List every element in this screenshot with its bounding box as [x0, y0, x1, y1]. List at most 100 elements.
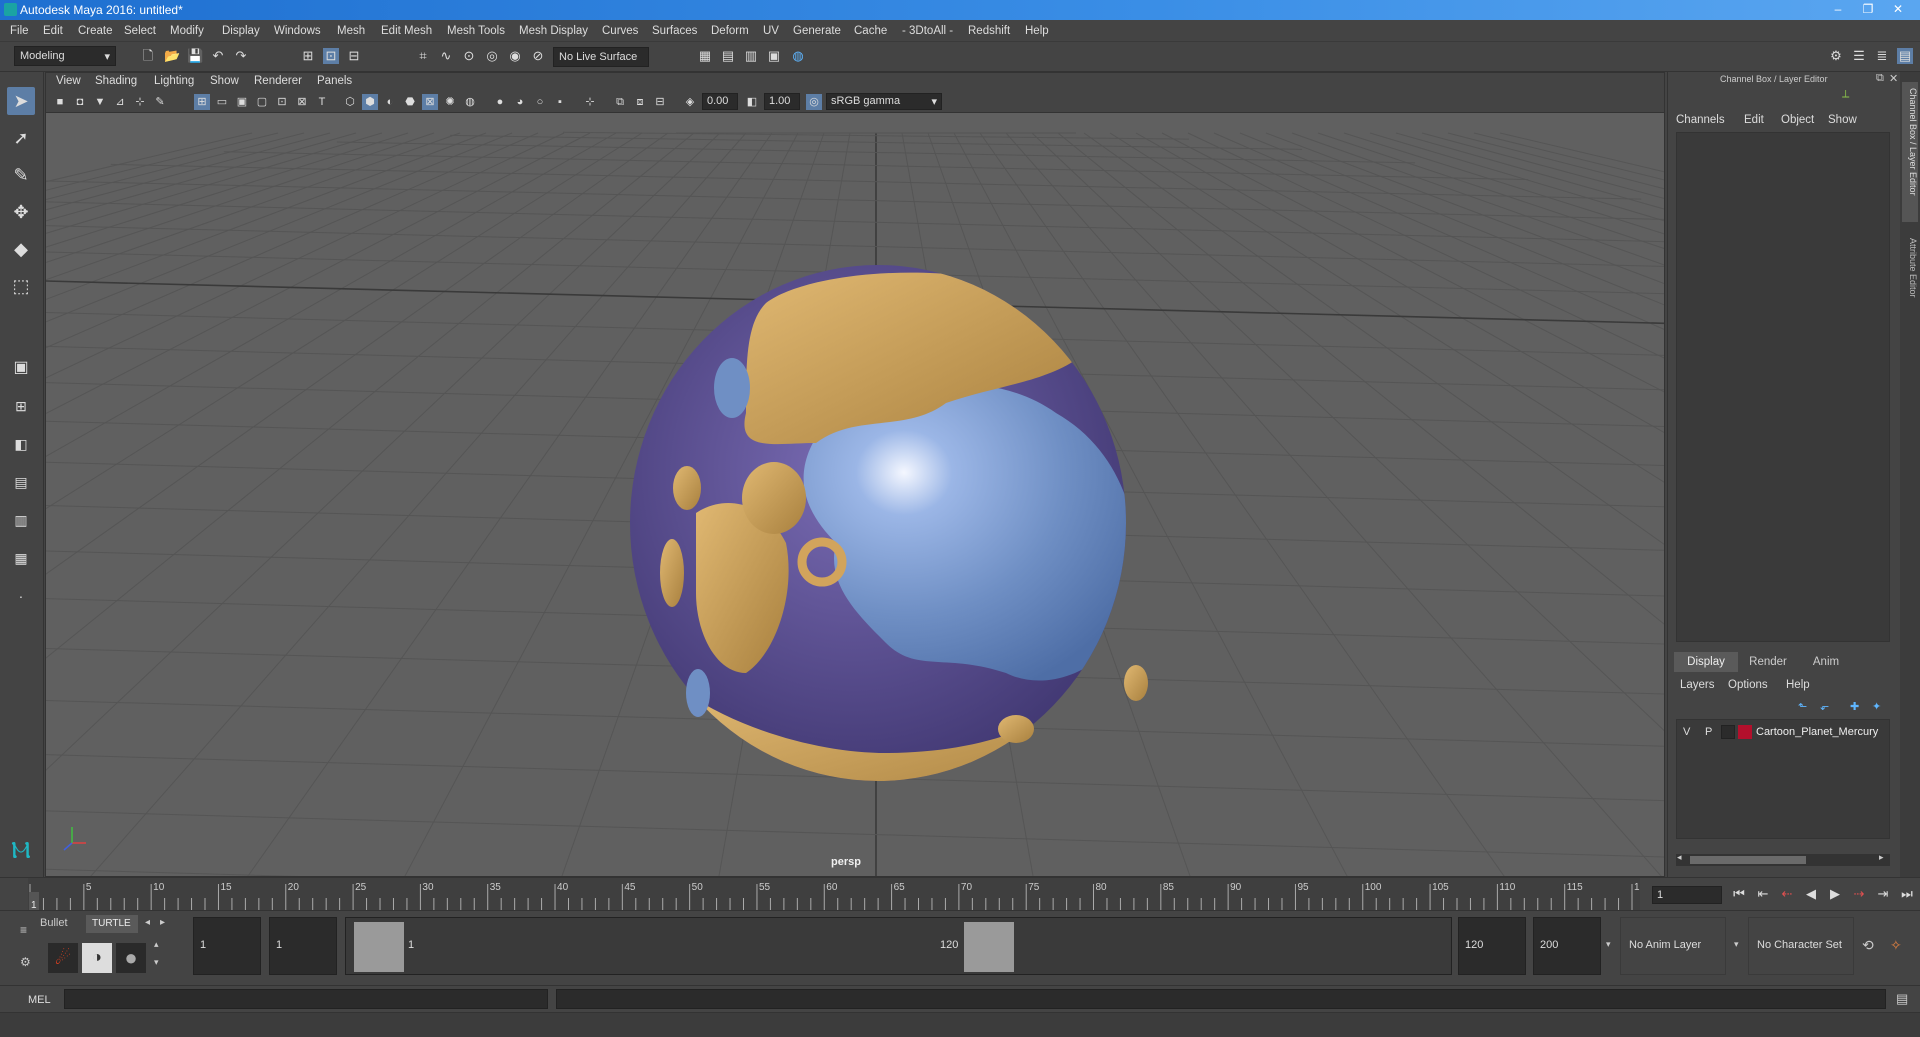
close-button[interactable]: ✕ [1884, 0, 1912, 18]
menu-mesh[interactable]: Mesh [337, 25, 365, 37]
step-back-key-icon[interactable]: ⇤ [1754, 886, 1772, 902]
wireframe-on-shaded-icon[interactable]: ⬣ [402, 94, 418, 110]
float-panel-icon[interactable]: ⧉ [1876, 72, 1884, 85]
snap-grid-icon[interactable]: ⌗ [415, 48, 431, 64]
grease-pencil-icon[interactable]: ✎ [152, 94, 168, 110]
script-editor-icon[interactable]: ▤ [1896, 991, 1908, 1007]
x-ray-active-icon[interactable]: ⧈ [632, 94, 648, 110]
minimize-button[interactable]: – [1824, 0, 1852, 18]
toggle-attribute-editor-icon[interactable]: ☰ [1851, 48, 1867, 64]
persp-outliner-layout-icon[interactable]: ◧ [7, 430, 35, 458]
channel-menu-channels[interactable]: Channels [1676, 114, 1725, 126]
time-slider-track[interactable]: 5 10 15 20 25 30 35 40 45 50 55 60 65 70 75 80 85 90 95 100… [28, 878, 1651, 911]
toggle-tool-settings-icon[interactable]: ≣ [1874, 48, 1890, 64]
menu-edit[interactable]: Edit [43, 25, 63, 37]
new-layer-selected-icon[interactable]: ✦ [1872, 700, 1881, 713]
new-scene-icon[interactable]: 🗋 [140, 48, 156, 64]
toggle-channel-box-icon[interactable]: ▤ [1897, 48, 1913, 64]
show-object-icon[interactable]: ⟂ [1842, 88, 1849, 101]
render-settings-icon[interactable]: ▦ [697, 48, 713, 64]
menu-file[interactable]: File [10, 25, 29, 37]
field-chart-icon[interactable]: ⊡ [274, 94, 290, 110]
toggle-modeling-toolkit-icon[interactable]: ⚙ [1828, 48, 1844, 64]
close-panel-icon[interactable]: ✕ [1889, 72, 1898, 85]
channel-box-area[interactable] [1676, 132, 1890, 642]
two-d-pan-zoom-icon[interactable]: ⊹ [132, 94, 148, 110]
range-start-handle[interactable] [354, 922, 404, 972]
menu-surfaces[interactable]: Surfaces [652, 25, 697, 37]
playback-end-field[interactable]: 120 [1458, 917, 1526, 975]
open-scene-icon[interactable]: 📂 [164, 48, 180, 64]
snap-surface-icon[interactable]: ◉ [507, 48, 523, 64]
view-transform-dropdown[interactable]: sRGB gamma ▾ [826, 93, 942, 110]
anim-layer-field[interactable]: No Anim Layer [1620, 917, 1726, 975]
menu-select[interactable]: Select [124, 25, 156, 37]
render-frame-icon[interactable]: ▤ [720, 48, 736, 64]
menu-deform[interactable]: Deform [711, 25, 749, 37]
time-slider[interactable]: 5 10 15 20 25 30 35 40 45 50 55 60 65 70 75 80 85 90 95 100… [0, 877, 1920, 911]
go-to-end-icon[interactable]: ⏭ [1898, 886, 1916, 902]
script-language-button[interactable]: MEL [28, 994, 51, 1006]
hypershade-icon[interactable]: ◍ [790, 48, 806, 64]
layer-scrollbar[interactable]: ◂ ▸ [1676, 852, 1890, 866]
select-tool-icon[interactable]: ➤ [7, 87, 35, 115]
scale-tool-icon[interactable]: ⬚ [7, 272, 35, 300]
range-end-handle[interactable] [964, 922, 1014, 972]
maximize-button[interactable]: ❐ [1854, 0, 1882, 18]
textured-icon[interactable]: ⊠ [422, 94, 438, 110]
sphere-shelf-icon[interactable]: ● [116, 943, 146, 973]
viewport-panel[interactable]: View Shading Lighting Show Renderer Pane… [45, 72, 1665, 877]
layer-menu-options[interactable]: Options [1728, 679, 1768, 691]
current-frame-field[interactable]: 1 [1652, 886, 1722, 904]
step-forward-key-icon[interactable]: ⇥ [1874, 886, 1892, 902]
viewport-menu-lighting[interactable]: Lighting [154, 75, 194, 87]
menu-redshift[interactable]: Redshift [968, 25, 1010, 37]
redo-icon[interactable]: ↷ [233, 48, 249, 64]
undo-icon[interactable]: ↶ [210, 48, 226, 64]
film-gate-icon[interactable]: ▭ [214, 94, 230, 110]
shelf-scroll-left-icon[interactable]: ◂ [145, 917, 150, 928]
viewport-menu-panels[interactable]: Panels [317, 75, 352, 87]
shelf-tab-turtle[interactable]: TURTLE [86, 915, 138, 933]
motion-blur-icon[interactable]: ◕ [512, 94, 528, 110]
menu-generate[interactable]: Generate [793, 25, 841, 37]
channel-menu-show[interactable]: Show [1828, 114, 1857, 126]
shadows-icon[interactable]: ◍ [462, 94, 478, 110]
play-forward-icon[interactable]: ▶ [1826, 886, 1844, 902]
gate-mask-icon[interactable]: ▢ [254, 94, 270, 110]
menu-3dtoall[interactable]: - 3DtoAll - [902, 25, 953, 37]
menu-edit-mesh[interactable]: Edit Mesh [381, 25, 432, 37]
shelf-up-icon[interactable]: ▴ [154, 939, 159, 950]
select-camera-icon[interactable]: ■ [52, 94, 68, 110]
play-backward-icon[interactable]: ◀ [1802, 886, 1820, 902]
shelf-down-icon[interactable]: ▾ [154, 957, 159, 968]
camera-attributes-icon[interactable]: ◘ [72, 94, 88, 110]
isolate-select-icon[interactable]: ⊹ [582, 94, 598, 110]
range-slider[interactable]: 1 120 [345, 917, 1452, 975]
turtle-render-shelf-icon[interactable]: ◑ [82, 943, 112, 973]
menu-mesh-display[interactable]: Mesh Display [519, 25, 588, 37]
shelf-menu-icon[interactable]: ≡ [20, 923, 27, 937]
render-view-icon[interactable]: ▣ [766, 48, 782, 64]
smooth-shade-icon[interactable]: ⬢ [362, 94, 378, 110]
side-tab-attribute-editor[interactable]: Attribute Editor [1902, 232, 1918, 332]
safe-action-icon[interactable]: ⊠ [294, 94, 310, 110]
layer-color-swatch[interactable] [1738, 725, 1752, 739]
gamma-icon[interactable]: ◧ [744, 94, 760, 110]
viewport-menu-view[interactable]: View [56, 75, 81, 87]
select-object-icon[interactable]: ⊡ [323, 48, 339, 64]
screen-space-ao-icon[interactable]: ● [492, 94, 508, 110]
side-tab-channel-box[interactable]: Channel Box / Layer Editor [1902, 82, 1918, 222]
use-all-lights-icon[interactable]: ✺ [442, 94, 458, 110]
layer-tab-render[interactable]: Render [1738, 652, 1798, 672]
shelf-settings-icon[interactable]: ⚙ [20, 955, 31, 969]
wireframe-icon[interactable]: ⬡ [342, 94, 358, 110]
shelf-scroll-right-icon[interactable]: ▸ [160, 917, 165, 928]
save-scene-icon[interactable]: 💾 [187, 48, 203, 64]
scroll-left-icon[interactable]: ◂ [1677, 852, 1682, 863]
snap-curve-icon[interactable]: ∿ [438, 48, 454, 64]
chevron-down-icon[interactable]: ▾ [1606, 939, 1611, 950]
image-plane-icon[interactable]: ⊿ [112, 94, 128, 110]
gamma-field[interactable]: 1.00 [764, 93, 800, 110]
character-set-field[interactable]: No Character Set [1748, 917, 1854, 975]
